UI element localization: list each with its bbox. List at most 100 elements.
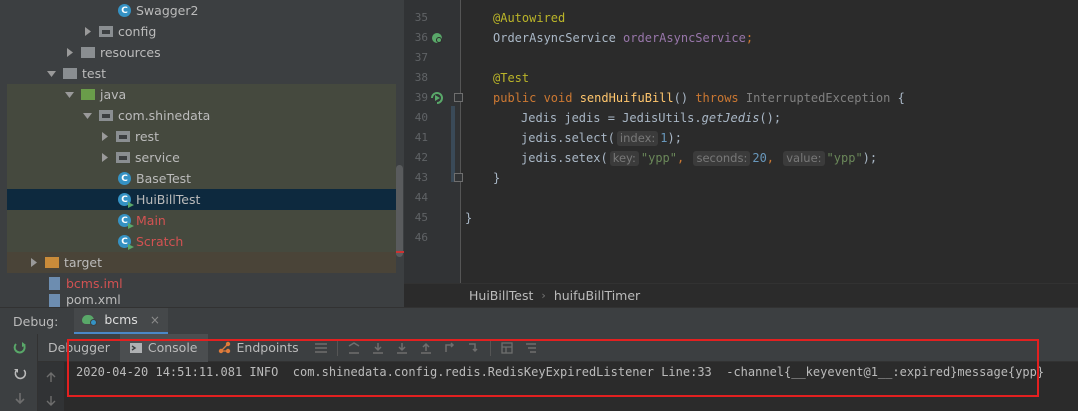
line-number: 36 xyxy=(414,31,428,44)
static-method-token: getJedis xyxy=(701,111,760,125)
tree-item-rest[interactable]: rest xyxy=(7,126,396,147)
debug-session-tab[interactable]: bcms × xyxy=(74,307,168,335)
tree-item-test[interactable]: test xyxy=(7,63,396,84)
chevron-right-icon[interactable] xyxy=(100,153,109,163)
excluded-folder-icon xyxy=(45,257,59,268)
restart-icon[interactable] xyxy=(12,366,28,382)
close-icon[interactable]: × xyxy=(150,313,160,327)
package-icon xyxy=(116,131,130,142)
code-line-35: @Autowired xyxy=(493,8,565,28)
rerun-icon[interactable] xyxy=(12,340,28,356)
code-line-40: Jedis jedis = JedisUtils.getJedis(); xyxy=(521,108,781,128)
console-gutter xyxy=(38,362,64,411)
scroll-up-icon[interactable] xyxy=(43,369,59,385)
tree-item-java[interactable]: java xyxy=(7,84,396,105)
chevron-right-icon[interactable] xyxy=(83,27,92,37)
tree-item-huibilltest[interactable]: C HuiBillTest xyxy=(7,189,396,210)
tree-item-config[interactable]: config xyxy=(7,21,396,42)
chevron-right-icon[interactable] xyxy=(29,258,38,268)
code-line-36: OrderAsyncService orderAsyncService; xyxy=(493,28,753,48)
code-line-42: jedis.setex(key: "ypp", seconds: 20, value… xyxy=(521,148,877,168)
runnable-class-icon: C xyxy=(118,235,134,250)
brace-token: { xyxy=(890,91,905,105)
chevron-down-icon[interactable] xyxy=(65,90,74,100)
code-token: Jedis jedis = JedisUtils. xyxy=(521,111,702,125)
line-number: 46 xyxy=(414,231,428,244)
fold-marker[interactable] xyxy=(454,93,463,102)
brace-token: } xyxy=(493,171,501,185)
parameter-hint: key: xyxy=(609,151,639,166)
tree-item-bcms-iml[interactable]: bcms.iml xyxy=(7,273,396,294)
brace-token: } xyxy=(465,211,473,225)
code-token: (); xyxy=(759,111,782,125)
line-number: 44 xyxy=(414,191,428,204)
line-number: 37 xyxy=(414,51,428,64)
class-icon: C xyxy=(118,4,131,17)
breadcrumb: HuiBillTest › huifuBillTimer xyxy=(404,283,1078,307)
keyword-token: void xyxy=(543,91,580,105)
changed-lines-marker xyxy=(451,106,455,182)
tree-item-swagger2[interactable]: C Swagger2 xyxy=(7,0,396,21)
package-icon xyxy=(99,110,113,121)
tree-item-basetest[interactable]: C BaseTest xyxy=(7,168,396,189)
tree-item-pom-xml[interactable]: pom.xml xyxy=(7,294,396,307)
tree-item-com-shinedata[interactable]: com.shinedata xyxy=(7,105,396,126)
tree-item-resources[interactable]: resources xyxy=(7,42,396,63)
tree-item-label: config xyxy=(118,24,157,39)
runnable-class-icon: C xyxy=(118,193,134,208)
tree-item-label: resources xyxy=(100,45,161,60)
code-editor[interactable]: 35 36 37 38 39 40 41 42 43 44 45 46 @Aut… xyxy=(404,0,1078,307)
line-number: 39 xyxy=(414,91,428,104)
folder-icon xyxy=(63,68,77,79)
field-token: orderAsyncService xyxy=(623,31,746,45)
tree-item-label: pom.xml xyxy=(66,294,121,307)
project-panel: C Swagger2 config resources test java co… xyxy=(0,0,404,307)
string-token: "ypp" xyxy=(826,151,863,165)
step-icon[interactable] xyxy=(12,390,28,406)
module-file-icon xyxy=(49,277,60,290)
breadcrumb-method[interactable]: huifuBillTimer xyxy=(554,288,640,303)
chevron-right-icon[interactable] xyxy=(100,132,109,142)
run-test-icon[interactable] xyxy=(431,92,443,104)
tree-item-label: service xyxy=(135,150,180,165)
tree-item-scratch[interactable]: C Scratch xyxy=(7,231,396,252)
code-token: jedis.select( xyxy=(521,131,615,145)
chevron-down-icon[interactable] xyxy=(47,69,56,79)
tree-item-main[interactable]: C Main xyxy=(7,210,396,231)
line-number: 43 xyxy=(414,171,428,184)
line-number: 41 xyxy=(414,131,428,144)
line-number: 38 xyxy=(414,71,428,84)
package-icon xyxy=(99,26,113,37)
chevron-right-icon[interactable] xyxy=(65,48,74,58)
debug-tool-window-header: Debug: bcms × xyxy=(0,307,1078,335)
tree-item-label: com.shinedata xyxy=(118,108,211,123)
code-line-41: jedis.select(index: 1); xyxy=(521,128,682,148)
tree-item-label: java xyxy=(100,87,127,102)
tree-scrollbar[interactable] xyxy=(396,165,403,257)
scroll-down-icon[interactable] xyxy=(43,393,59,409)
code-line-45: } xyxy=(465,208,472,228)
tree-item-service[interactable]: service xyxy=(7,147,396,168)
chevron-down-icon[interactable] xyxy=(83,111,92,121)
tree-item-label: test xyxy=(82,66,107,81)
breadcrumb-class[interactable]: HuiBillTest xyxy=(469,288,533,303)
type-token: OrderAsyncService xyxy=(493,31,624,45)
project-panel-edge xyxy=(0,0,7,307)
number-token: 1 xyxy=(660,131,668,145)
gutter-separator xyxy=(460,0,461,283)
tree-item-target[interactable]: target xyxy=(7,252,396,273)
test-source-folder-icon xyxy=(81,89,95,100)
tree-item-label: Swagger2 xyxy=(136,3,199,18)
bean-injection-icon[interactable] xyxy=(431,32,443,44)
code-line-38: @Test xyxy=(493,68,529,88)
comma-token: , xyxy=(677,151,692,165)
tree-item-label: BaseTest xyxy=(136,171,192,186)
line-number: 42 xyxy=(414,151,428,164)
annotation-token: @Test xyxy=(493,71,530,85)
line-number: 45 xyxy=(414,211,428,224)
code-line-43: } xyxy=(493,168,500,188)
fold-marker[interactable] xyxy=(454,173,463,182)
tree-item-label: target xyxy=(64,255,103,270)
line-number: 40 xyxy=(414,111,428,124)
resources-folder-icon xyxy=(81,47,95,58)
